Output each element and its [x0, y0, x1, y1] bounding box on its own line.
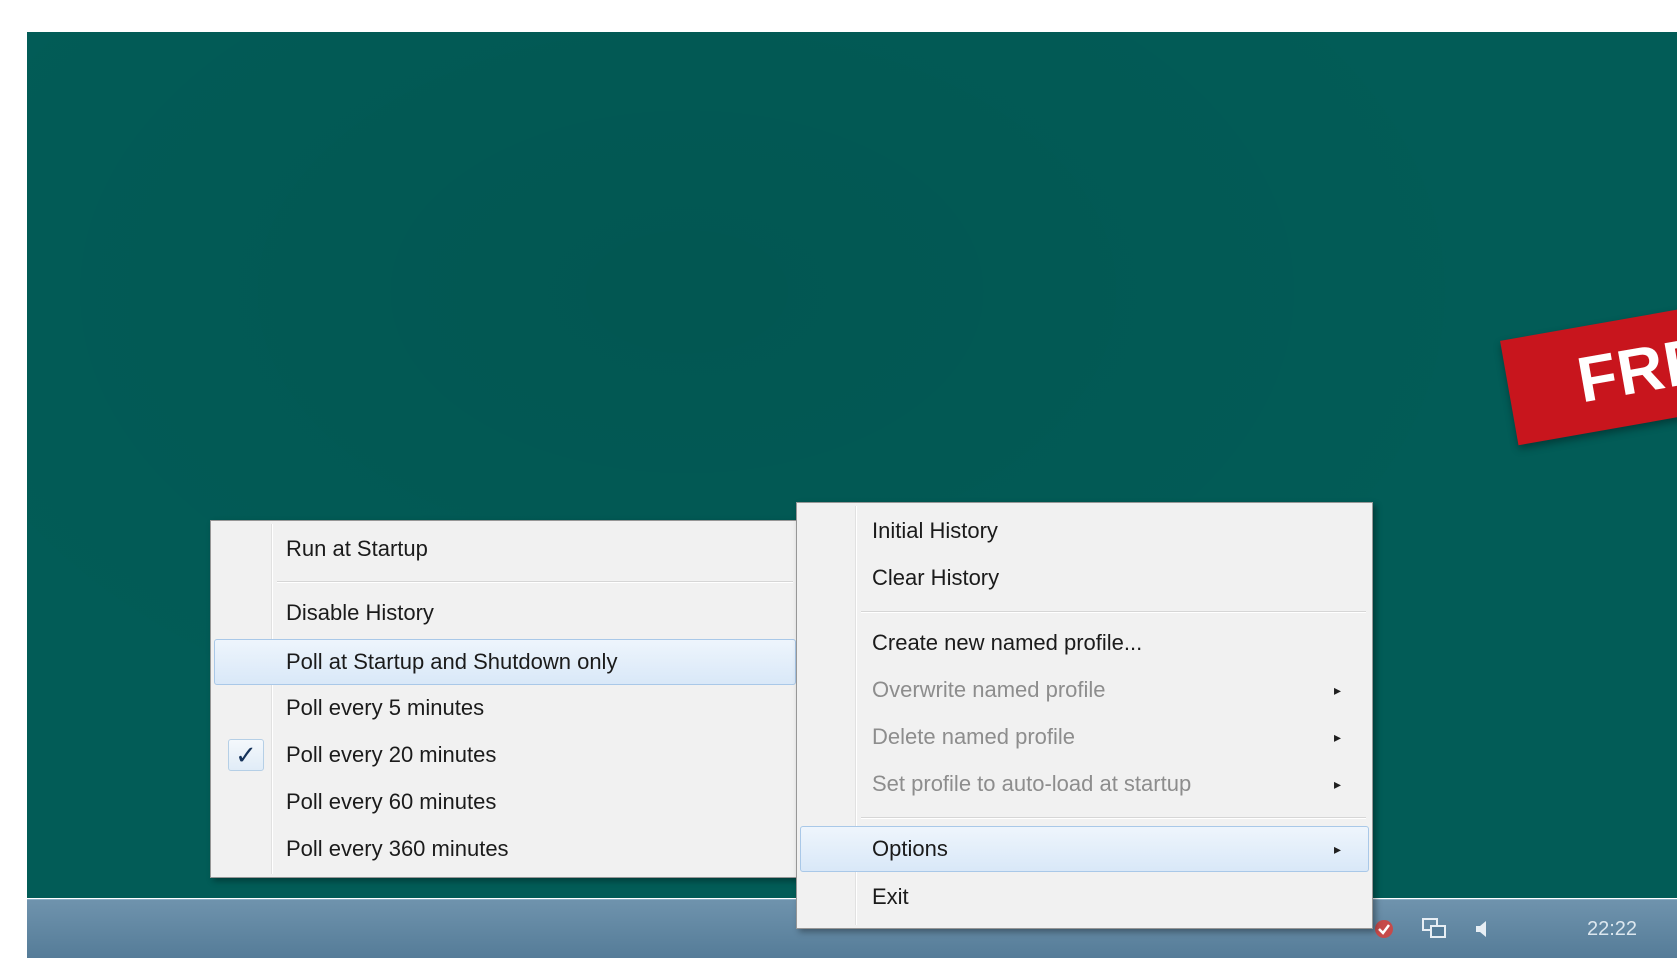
tray-app-icon[interactable] — [1370, 916, 1398, 942]
menu-item-initial-history[interactable]: Initial History — [800, 511, 1369, 551]
menu-item-label: Poll every 20 minutes — [286, 742, 497, 767]
menu-item-create-named-profile[interactable]: Create new named profile... — [800, 623, 1369, 663]
menu-item-poll-360-minutes[interactable]: Poll every 360 minutes — [214, 829, 796, 869]
menu-separator — [861, 817, 1366, 819]
menu-item-clear-history[interactable]: Clear History — [800, 558, 1369, 598]
submenu-arrow-icon: ▸ — [1333, 776, 1341, 792]
menu-item-disable-history[interactable]: Disable History — [214, 593, 796, 633]
submenu-arrow-icon: ▸ — [1333, 682, 1341, 698]
menu-item-exit[interactable]: Exit — [800, 877, 1369, 917]
menu-item-label: Poll at Startup and Shutdown only — [286, 649, 618, 674]
menu-item-overwrite-named-profile[interactable]: Overwrite named profile ▸ — [800, 670, 1369, 710]
menu-item-label: Poll every 360 minutes — [286, 836, 509, 861]
menu-item-poll-60-minutes[interactable]: Poll every 60 minutes — [214, 782, 796, 822]
menu-item-label: Disable History — [286, 600, 434, 625]
network-icon[interactable] — [1420, 916, 1448, 942]
menu-item-poll-startup-shutdown[interactable]: Poll at Startup and Shutdown only — [214, 639, 796, 685]
menu-item-poll-20-minutes[interactable]: ✓ Poll every 20 minutes — [214, 735, 796, 775]
menu-item-label: Initial History — [872, 518, 998, 543]
menu-item-label: Poll every 60 minutes — [286, 789, 497, 814]
menu-item-label: Poll every 5 minutes — [286, 695, 485, 720]
menu-item-label: Create new named profile... — [872, 630, 1143, 655]
menu-item-label: Exit — [872, 884, 909, 909]
submenu-arrow-icon: ▸ — [1333, 729, 1341, 745]
menu-item-set-profile-auto-load[interactable]: Set profile to auto-load at startup ▸ — [800, 764, 1369, 804]
menu-item-label: Overwrite named profile — [872, 677, 1106, 702]
taskbar-clock[interactable]: 22:22 — [1587, 916, 1637, 942]
menu-item-label: Delete named profile — [872, 724, 1076, 749]
menu-item-label: Options — [872, 836, 948, 861]
options-submenu: Run at Startup Disable History Poll at S… — [210, 520, 800, 878]
checkmark-icon: ✓ — [228, 739, 264, 771]
menu-item-label: Clear History — [872, 565, 1000, 590]
menu-item-run-at-startup[interactable]: Run at Startup — [214, 529, 796, 569]
volume-icon[interactable] — [1470, 916, 1498, 942]
menu-separator — [277, 581, 793, 583]
free-banner: FREE — [1500, 288, 1677, 446]
menu-item-options[interactable]: Options ▸ — [800, 826, 1369, 872]
menu-item-poll-5-minutes[interactable]: Poll every 5 minutes — [214, 688, 796, 728]
menu-item-label: Set profile to auto-load at startup — [872, 771, 1192, 796]
menu-item-label: Run at Startup — [286, 536, 428, 561]
tray-context-menu: Initial History Clear History Create new… — [796, 502, 1373, 929]
menu-item-delete-named-profile[interactable]: Delete named profile ▸ — [800, 717, 1369, 757]
submenu-arrow-icon: ▸ — [1333, 841, 1341, 857]
menu-separator — [861, 611, 1366, 613]
